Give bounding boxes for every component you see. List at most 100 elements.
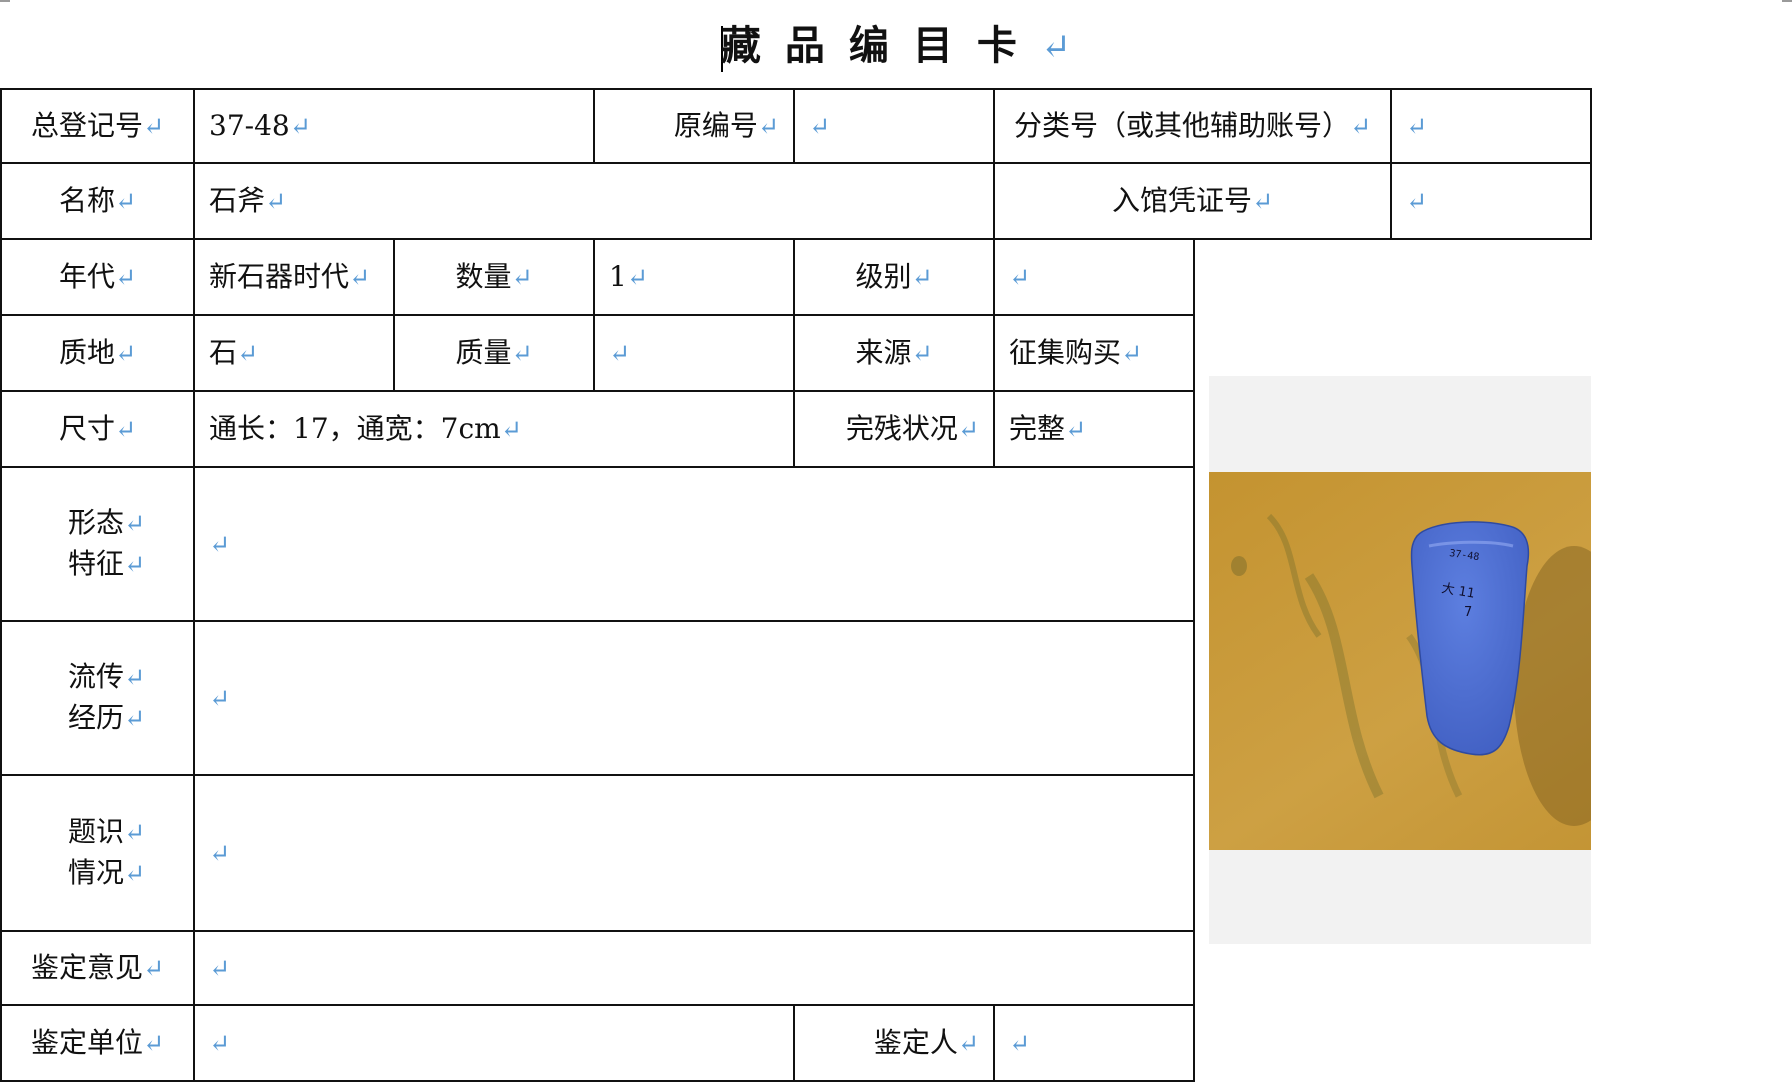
paragraph-mark-icon: ↵ — [1349, 111, 1372, 141]
source-value: 征集购买 — [1009, 335, 1122, 369]
inscriptions-value-cell[interactable]: ↵ — [192, 774, 1196, 932]
orig-no-value-cell[interactable]: ↵ — [793, 88, 996, 164]
paragraph-mark-icon: ↵ — [511, 338, 533, 368]
source-label-cell: 来源↵ — [793, 314, 996, 392]
inscriptions-label-line2: 情况↵ — [68, 856, 146, 889]
material-label-cell: 质地↵ — [0, 314, 195, 392]
paragraph-mark-icon: ↵ — [289, 111, 311, 141]
appraiser-value-cell[interactable]: ↵ — [993, 1004, 1196, 1082]
paragraph-mark-icon: ↵ — [114, 414, 137, 444]
mass-label: 质量 — [455, 335, 512, 369]
paragraph-mark-icon: ↵ — [114, 186, 137, 216]
title-text: 藏品编目卡 — [720, 22, 1041, 69]
page-corner-mark-right — [1782, 0, 1792, 7]
paragraph-mark-icon: ↵ — [911, 262, 933, 292]
provenance-value-cell[interactable]: ↵ — [192, 620, 1196, 776]
paragraph-mark-icon: ↵ — [1406, 111, 1428, 141]
entry-voucher-label: 入馆凭证号 — [1111, 183, 1252, 217]
name-value: 石斧 — [209, 183, 266, 217]
paragraph-mark-icon: ↵ — [500, 414, 522, 444]
appraisal-opinion-value-cell[interactable]: ↵ — [192, 930, 1196, 1006]
paragraph-mark-icon: ↵ — [626, 262, 648, 292]
axe-ink-digit: 7 — [1464, 605, 1472, 620]
artifact-photo: 37-48 大 11 7 — [1209, 376, 1592, 944]
paragraph-mark-icon: ↵ — [1065, 414, 1087, 444]
paragraph-mark-icon: ↵ — [957, 1028, 980, 1058]
form-features-label-line2: 特征↵ — [68, 547, 146, 580]
empty-corner-cell — [1591, 1005, 1790, 1081]
qty-value: 1 — [609, 259, 627, 293]
paragraph-mark-icon: ↵ — [142, 111, 165, 141]
page-corner-mark-left — [0, 0, 10, 7]
catalog-card-table: 总登记号↵ 37-48↵ 原编号↵ ↵ 分类号（或其他辅助账号）↵ ↵ 名称↵ … — [0, 88, 1790, 1082]
paragraph-mark-icon: ↵ — [265, 186, 287, 216]
paragraph-mark-icon: ↵ — [511, 262, 533, 292]
source-label: 来源 — [855, 335, 912, 369]
paragraph-mark-icon: ↵ — [114, 338, 137, 368]
condition-value-cell[interactable]: 完整↵ — [993, 390, 1196, 468]
condition-label: 完残状况 — [845, 411, 958, 445]
grade-value-cell[interactable]: ↵ — [993, 238, 1196, 316]
era-label: 年代 — [58, 259, 115, 293]
total-reg-label: 总登记号 — [30, 108, 143, 142]
appraisal-unit-value-cell[interactable]: ↵ — [192, 1004, 796, 1082]
inscriptions-label-line1: 题识↵ — [68, 815, 146, 848]
paragraph-mark-icon: ↵ — [209, 529, 231, 559]
size-value-cell[interactable]: 通长：17，通宽：7cm↵ — [192, 390, 796, 468]
provenance-label-line2: 经历↵ — [68, 701, 146, 734]
photo-cell: 37-48 大 11 7 ↵ — [1193, 238, 1592, 1081]
paragraph-mark-icon: ↵ — [209, 838, 231, 868]
paragraph-mark-icon: ↵ — [114, 262, 137, 292]
paragraph-mark-icon: ↵ — [1009, 262, 1031, 292]
size-label: 尺寸 — [58, 411, 115, 445]
orig-no-label: 原编号 — [673, 108, 758, 142]
paragraph-mark-icon: ↵ — [809, 111, 831, 141]
total-reg-label-cell: 总登记号↵ — [0, 88, 195, 164]
entry-voucher-value-cell[interactable]: ↵ — [1390, 162, 1593, 240]
paragraph-mark-icon: ↵ — [1040, 27, 1072, 68]
paragraph-mark-icon: ↵ — [209, 683, 231, 713]
total-reg-value-cell[interactable]: 37-48↵ — [192, 88, 596, 164]
qty-label: 数量 — [455, 259, 512, 293]
total-reg-value: 37-48 — [209, 108, 290, 142]
appraiser-label-cell: 鉴定人↵ — [793, 1004, 996, 1082]
mass-label-cell: 质量↵ — [392, 314, 596, 392]
inscriptions-label-cell: 题识↵ 情况↵ — [0, 774, 195, 932]
material-value: 石 — [209, 335, 238, 369]
form-features-value-cell[interactable]: ↵ — [192, 466, 1196, 622]
row-era: 年代↵ 新石器时代↵ 数量↵ 1↵ 级别↵ ↵ 37-48 大 11 7 — [0, 238, 1790, 1081]
paragraph-mark-icon: ↵ — [609, 338, 631, 368]
name-value-cell[interactable]: 石斧↵ — [192, 162, 996, 240]
size-label-cell: 尺寸↵ — [0, 390, 195, 468]
paragraph-mark-icon: ↵ — [349, 262, 371, 292]
material-value-cell[interactable]: 石↵ — [193, 314, 395, 392]
source-value-cell[interactable]: 征集购买↵ — [993, 314, 1196, 392]
row-name: 名称↵ 石斧↵ 入馆凭证号↵ ↵ — [0, 162, 1790, 240]
era-label-cell: 年代↵ — [0, 238, 195, 316]
era-value-cell[interactable]: 新石器时代↵ — [193, 238, 395, 316]
class-no-label: 分类号（或其他辅助账号） — [1013, 108, 1350, 142]
material-label: 质地 — [58, 335, 115, 369]
paragraph-mark-icon: ↵ — [209, 1028, 231, 1058]
grade-label: 级别 — [855, 259, 912, 293]
qty-label-cell: 数量↵ — [392, 238, 596, 316]
qty-value-cell[interactable]: 1↵ — [593, 238, 796, 316]
appraisal-opinion-label-cell: 鉴定意见↵ — [0, 930, 195, 1006]
paragraph-mark-icon: ↵ — [237, 338, 259, 368]
grade-label-cell: 级别↵ — [793, 238, 996, 316]
appraisal-opinion-label: 鉴定意见 — [30, 950, 143, 984]
page-title: 藏品编目卡↵ — [0, 20, 1792, 74]
appraisal-unit-label: 鉴定单位 — [30, 1025, 143, 1059]
class-no-value-cell[interactable]: ↵ — [1390, 88, 1593, 164]
orig-no-label-cell: 原编号↵ — [593, 88, 796, 164]
mass-value-cell[interactable]: ↵ — [593, 314, 796, 392]
paragraph-mark-icon: ↵ — [142, 953, 165, 983]
form-features-label-cell: 形态↵ 特征↵ — [0, 466, 195, 622]
paragraph-mark-icon: ↵ — [1009, 1028, 1031, 1058]
class-no-label-cell: 分类号（或其他辅助账号）↵ — [993, 88, 1393, 164]
era-value: 新石器时代 — [209, 259, 350, 293]
provenance-label-cell: 流传↵ 经历↵ — [0, 620, 195, 776]
paragraph-mark-icon: ↵ — [1406, 186, 1428, 216]
paragraph-mark-icon: ↵ — [1121, 338, 1143, 368]
provenance-label-line1: 流传↵ — [68, 660, 146, 693]
